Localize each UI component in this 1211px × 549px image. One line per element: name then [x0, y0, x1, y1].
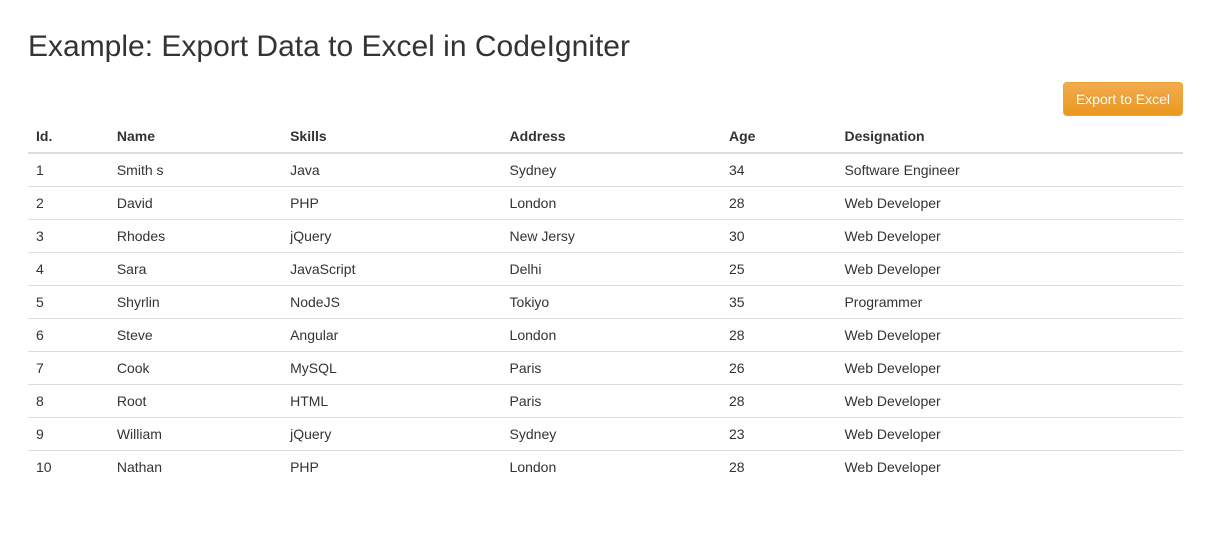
cell-designation: Web Developer — [836, 418, 1183, 451]
table-row: 5ShyrlinNodeJSTokiyo35Programmer — [28, 286, 1183, 319]
cell-age: 26 — [721, 352, 837, 385]
export-to-excel-button[interactable]: Export to Excel — [1063, 82, 1183, 116]
cell-age: 30 — [721, 220, 837, 253]
cell-id: 1 — [28, 153, 109, 187]
cell-age: 34 — [721, 153, 837, 187]
cell-skills: PHP — [282, 187, 501, 220]
cell-id: 3 — [28, 220, 109, 253]
cell-designation: Web Developer — [836, 220, 1183, 253]
cell-id: 9 — [28, 418, 109, 451]
cell-name: Sara — [109, 253, 282, 286]
cell-skills: NodeJS — [282, 286, 501, 319]
table-row: 6SteveAngularLondon28Web Developer — [28, 319, 1183, 352]
cell-id: 10 — [28, 451, 109, 484]
cell-id: 7 — [28, 352, 109, 385]
cell-address: Paris — [502, 385, 721, 418]
cell-id: 4 — [28, 253, 109, 286]
column-header-id: Id. — [28, 120, 109, 153]
cell-address: Paris — [502, 352, 721, 385]
cell-name: William — [109, 418, 282, 451]
cell-skills: HTML — [282, 385, 501, 418]
cell-skills: Angular — [282, 319, 501, 352]
cell-name: Steve — [109, 319, 282, 352]
cell-address: Sydney — [502, 418, 721, 451]
cell-skills: jQuery — [282, 220, 501, 253]
cell-address: London — [502, 319, 721, 352]
cell-name: Cook — [109, 352, 282, 385]
cell-name: Root — [109, 385, 282, 418]
cell-skills: PHP — [282, 451, 501, 484]
cell-designation: Web Developer — [836, 451, 1183, 484]
cell-name: Rhodes — [109, 220, 282, 253]
table-row: 9WilliamjQuerySydney23Web Developer — [28, 418, 1183, 451]
table-header-row: Id. Name Skills Address Age Designation — [28, 120, 1183, 153]
table-row: 1Smith sJavaSydney34Software Engineer — [28, 153, 1183, 187]
table-row: 10NathanPHPLondon28Web Developer — [28, 451, 1183, 484]
cell-name: David — [109, 187, 282, 220]
cell-age: 28 — [721, 187, 837, 220]
cell-address: London — [502, 451, 721, 484]
cell-name: Shyrlin — [109, 286, 282, 319]
data-table: Id. Name Skills Address Age Designation … — [28, 120, 1183, 483]
column-header-name: Name — [109, 120, 282, 153]
cell-address: New Jersy — [502, 220, 721, 253]
cell-skills: Java — [282, 153, 501, 187]
cell-designation: Web Developer — [836, 352, 1183, 385]
table-row: 4SaraJavaScriptDelhi25Web Developer — [28, 253, 1183, 286]
cell-age: 23 — [721, 418, 837, 451]
table-row: 7CookMySQLParis26Web Developer — [28, 352, 1183, 385]
cell-designation: Web Developer — [836, 385, 1183, 418]
cell-age: 28 — [721, 319, 837, 352]
cell-name: Smith s — [109, 153, 282, 187]
column-header-address: Address — [502, 120, 721, 153]
cell-id: 5 — [28, 286, 109, 319]
cell-address: Tokiyo — [502, 286, 721, 319]
table-row: 3RhodesjQueryNew Jersy30Web Developer — [28, 220, 1183, 253]
cell-age: 25 — [721, 253, 837, 286]
cell-designation: Web Developer — [836, 253, 1183, 286]
cell-designation: Software Engineer — [836, 153, 1183, 187]
cell-age: 28 — [721, 451, 837, 484]
cell-address: London — [502, 187, 721, 220]
cell-designation: Programmer — [836, 286, 1183, 319]
cell-designation: Web Developer — [836, 319, 1183, 352]
toolbar: Export to Excel — [28, 82, 1183, 116]
column-header-age: Age — [721, 120, 837, 153]
cell-designation: Web Developer — [836, 187, 1183, 220]
column-header-designation: Designation — [836, 120, 1183, 153]
column-header-skills: Skills — [282, 120, 501, 153]
cell-skills: JavaScript — [282, 253, 501, 286]
cell-id: 8 — [28, 385, 109, 418]
cell-address: Sydney — [502, 153, 721, 187]
cell-skills: MySQL — [282, 352, 501, 385]
table-row: 2DavidPHPLondon28Web Developer — [28, 187, 1183, 220]
cell-age: 28 — [721, 385, 837, 418]
cell-id: 2 — [28, 187, 109, 220]
cell-address: Delhi — [502, 253, 721, 286]
cell-id: 6 — [28, 319, 109, 352]
cell-age: 35 — [721, 286, 837, 319]
cell-skills: jQuery — [282, 418, 501, 451]
page-title: Example: Export Data to Excel in CodeIgn… — [28, 30, 1183, 64]
table-row: 8RootHTMLParis28Web Developer — [28, 385, 1183, 418]
cell-name: Nathan — [109, 451, 282, 484]
